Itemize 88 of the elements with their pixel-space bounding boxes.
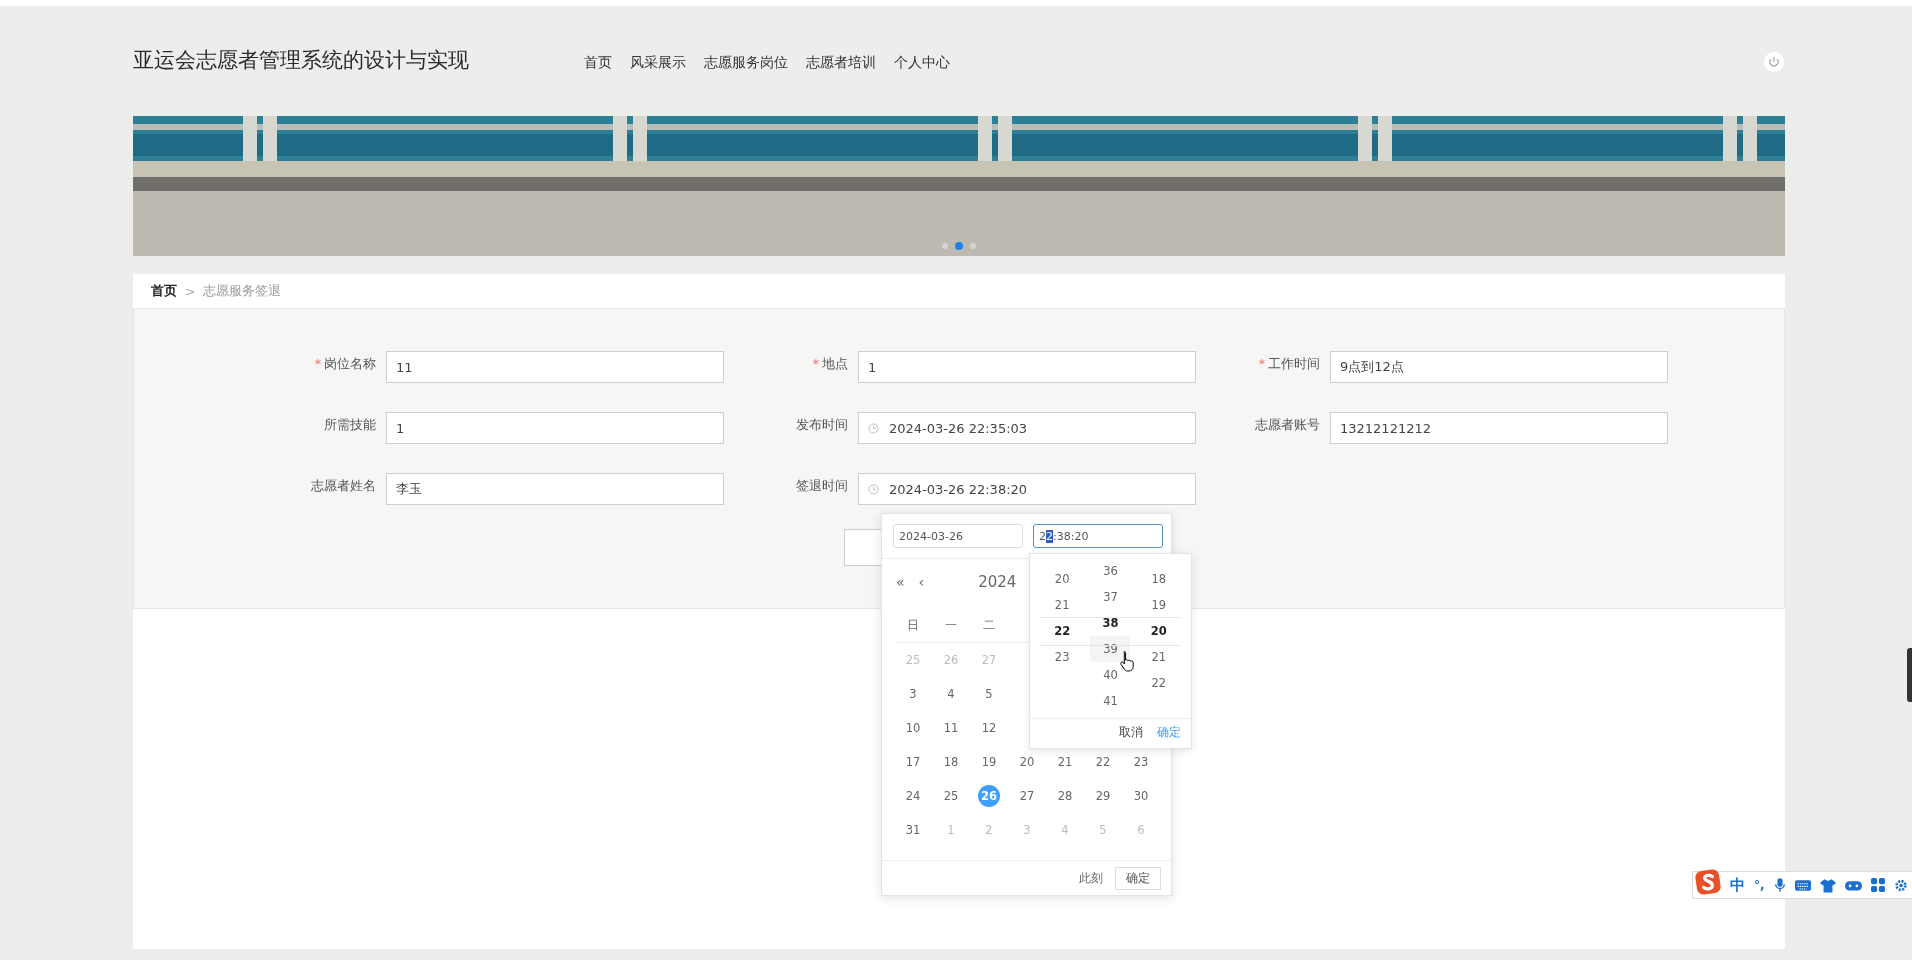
shirt-icon[interactable] (1819, 877, 1836, 893)
input-field[interactable]: 13212121212 (1330, 412, 1668, 444)
calendar-day[interactable]: 17 (902, 751, 924, 773)
time-option[interactable]: 20 (1138, 618, 1179, 644)
weekday-label: 一 (932, 609, 970, 643)
time-option[interactable]: 37 (1090, 584, 1131, 610)
calendar-day[interactable]: 5 (978, 683, 1000, 705)
carousel-dot[interactable] (955, 242, 963, 250)
calendar-day[interactable]: 29 (1092, 785, 1114, 807)
calendar-day[interactable]: 20 (1016, 751, 1038, 773)
time-option[interactable]: 41 (1090, 688, 1131, 714)
field-label: 志愿者账号 (1255, 416, 1320, 434)
calendar-year[interactable]: 2024 (978, 573, 1017, 591)
time-option[interactable]: 21 (1138, 644, 1179, 670)
nav-link[interactable]: 志愿服务岗位 (704, 54, 788, 72)
calendar-day[interactable]: 30 (1130, 785, 1152, 807)
calendar-day[interactable]: 19 (978, 751, 1000, 773)
time-option[interactable]: 38 (1090, 610, 1131, 636)
gamepad-icon[interactable] (1844, 878, 1862, 892)
clock-icon (868, 422, 879, 434)
time-input[interactable]: 22:38:20 (1033, 524, 1163, 548)
input-field[interactable]: 1 (386, 412, 724, 444)
keyboard-icon[interactable] (1794, 878, 1811, 892)
field-label: 工作时间 (1268, 355, 1320, 373)
confirm-button[interactable]: 确定 (1115, 866, 1161, 890)
required-mark: * (1258, 355, 1265, 373)
carousel-dot[interactable] (970, 243, 976, 249)
input-field[interactable]: 1 (858, 351, 1196, 383)
time-option[interactable]: 36 (1090, 558, 1131, 584)
time-option[interactable]: 22 (1042, 618, 1083, 644)
time-option[interactable]: 19 (1138, 592, 1179, 618)
calendar-day[interactable]: 31 (902, 819, 924, 841)
calendar-day[interactable]: 10 (902, 717, 924, 739)
calendar-day[interactable]: 18 (940, 751, 962, 773)
calendar-day[interactable]: 12 (978, 717, 1000, 739)
input-field[interactable]: 李玉 (386, 473, 724, 505)
grid-icon[interactable] (1870, 878, 1885, 892)
required-mark: * (812, 355, 819, 373)
language-toggle[interactable]: 中 (1730, 875, 1745, 895)
calendar-day[interactable]: 22 (1092, 751, 1114, 773)
nav-link[interactable]: 志愿者培训 (806, 54, 876, 72)
breadcrumb-link[interactable]: 首页 (151, 282, 177, 300)
calendar-day[interactable]: 24 (902, 785, 924, 807)
calendar-day[interactable]: 25 (940, 785, 962, 807)
gear-icon[interactable] (1893, 877, 1908, 893)
hand-cursor-icon (1119, 650, 1135, 672)
field-label: 岗位名称 (324, 355, 376, 373)
field-label: 发布时间 (796, 416, 848, 434)
microphone-icon[interactable] (1773, 877, 1786, 893)
clock-icon (868, 483, 879, 495)
input-field[interactable]: 9点到12点 (1330, 351, 1668, 383)
breadcrumb-separator: > (185, 283, 196, 299)
calendar-day[interactable]: 4 (940, 683, 962, 705)
time-option[interactable]: 40 (1090, 662, 1131, 688)
previous-month-button[interactable]: ‹ (918, 574, 925, 590)
calendar-day[interactable]: 11 (940, 717, 962, 739)
previous-year-button[interactable]: « (896, 574, 905, 590)
date-input[interactable]: 2024-03-26 (893, 524, 1023, 548)
input-field[interactable]: 11 (386, 351, 724, 383)
nav-link[interactable]: 首页 (584, 54, 612, 72)
time-option[interactable]: 23 (1042, 644, 1083, 670)
punctuation-toggle[interactable]: °, (1754, 878, 1765, 892)
calendar-day[interactable]: 27 (1016, 785, 1038, 807)
calendar-day[interactable]: 23 (1130, 751, 1152, 773)
nav-link[interactable]: 个人中心 (894, 54, 950, 72)
field-label: 志愿者姓名 (311, 477, 376, 495)
site-title: 亚运会志愿者管理系统的设计与实现 (133, 47, 470, 74)
time-option[interactable]: 20 (1042, 566, 1083, 592)
carousel-dot[interactable] (942, 243, 948, 249)
calendar-day[interactable]: 28 (1054, 785, 1076, 807)
weekday-label: 日 (894, 609, 932, 643)
weekday-label: 二 (970, 609, 1008, 643)
required-mark: * (314, 355, 321, 373)
now-link[interactable]: 此刻 (1079, 870, 1103, 886)
time-option[interactable]: 22 (1138, 670, 1179, 696)
field-label: 所需技能 (324, 416, 376, 434)
input-field[interactable]: 2024-03-26 22:35:03 (858, 412, 1196, 444)
side-handle[interactable] (1907, 648, 1912, 702)
calendar-day[interactable]: 3 (902, 683, 924, 705)
nav-link[interactable]: 风采展示 (630, 54, 686, 72)
input-field[interactable]: 2024-03-26 22:38:20 (858, 473, 1196, 505)
calendar-day[interactable]: 21 (1054, 751, 1076, 773)
field-label: 地点 (822, 355, 848, 373)
time-option[interactable]: 21 (1042, 592, 1083, 618)
cancel-link[interactable]: 取消 (1119, 725, 1143, 740)
field-label: 签退时间 (796, 477, 848, 495)
ime-logo-icon[interactable] (1695, 869, 1721, 895)
time-option[interactable]: 18 (1138, 566, 1179, 592)
